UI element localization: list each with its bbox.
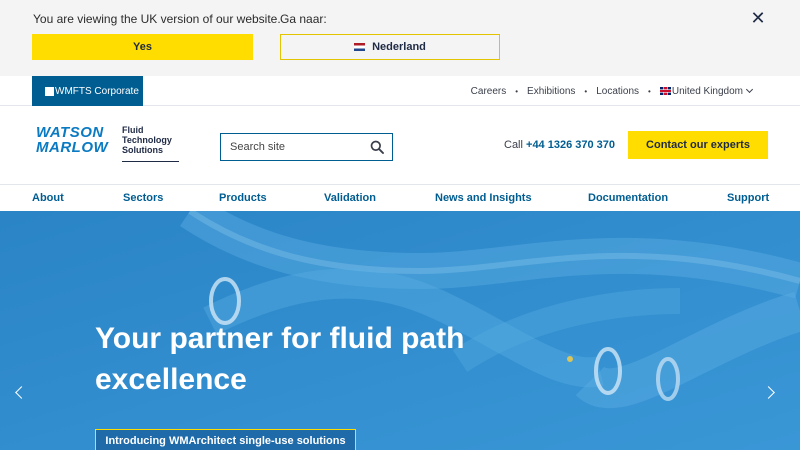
go-to-label: Ga naar: [280, 12, 327, 26]
nav-item-news-and-insights[interactable]: News and Insights [435, 192, 532, 204]
locations-link[interactable]: Locations [596, 86, 639, 97]
nederland-label: Nederland [372, 41, 426, 53]
call-label: Call [504, 139, 523, 151]
corporate-square-icon [45, 86, 54, 96]
hero-title-line1: Your partner for fluid path [95, 322, 465, 355]
separator-dot: • [648, 86, 651, 96]
phone-link[interactable]: +44 1326 370 370 [526, 139, 615, 151]
hero-banner: Your partner for fluid path excellence I… [0, 211, 800, 450]
yes-button[interactable]: Yes [32, 34, 253, 60]
hero-title-line2: excellence [95, 363, 247, 396]
logo-tagline-line2: Technology [122, 135, 172, 145]
nav-item-products[interactable]: Products [219, 192, 267, 204]
careers-link[interactable]: Careers [471, 86, 507, 97]
separator-dot: • [515, 86, 519, 96]
logo-brand-line1: WATSON [36, 124, 104, 141]
nav-item-support[interactable]: Support [727, 192, 769, 204]
nav-item-validation[interactable]: Validation [324, 192, 376, 204]
hero-cta-button[interactable]: Introducing WMArchitect single-use solut… [95, 429, 356, 450]
call-info: Call +44 1326 370 370 [504, 139, 615, 151]
utility-bar: WMFTS Corporate Careers • Exhibitions • … [0, 76, 800, 106]
exhibitions-link[interactable]: Exhibitions [527, 86, 575, 97]
watson-marlow-logo[interactable]: WATSON MARLOW Fluid Technology Solutions [36, 125, 181, 165]
nederland-button[interactable]: Nederland [280, 34, 500, 60]
uk-flag-icon [659, 87, 671, 95]
logo-tagline-line1: Fluid [122, 125, 144, 135]
nav-item-sectors[interactable]: Sectors [123, 192, 163, 204]
logo-underline [122, 161, 179, 162]
contact-experts-button[interactable]: Contact our experts [628, 131, 768, 159]
nav-item-about[interactable]: About [32, 192, 64, 204]
logo-wordmark: WATSON MARLOW [36, 125, 118, 155]
locale-message: You are viewing the UK version of our we… [33, 12, 281, 26]
locale-banner: You are viewing the UK version of our we… [0, 0, 800, 76]
carousel-prev-icon[interactable] [12, 385, 26, 399]
search-input[interactable] [230, 134, 370, 160]
search-icon[interactable] [370, 140, 384, 154]
hero-title: Your partner for fluid path excellence [95, 318, 515, 400]
region-label: United Kingdom [671, 85, 743, 97]
logo-tagline-line3: Solutions [122, 145, 163, 155]
separator-dot: • [584, 86, 588, 96]
search-box [220, 133, 393, 161]
region-selector[interactable]: United Kingdom [659, 85, 754, 97]
main-nav: About Sectors Products Validation News a… [0, 184, 800, 211]
chevron-down-icon [745, 85, 754, 94]
nav-item-documentation[interactable]: Documentation [588, 192, 668, 204]
corporate-label: WMFTS Corporate [55, 85, 139, 97]
logo-brand-line2: MARLOW [36, 139, 109, 156]
netherlands-flag-icon [354, 43, 366, 51]
close-icon[interactable]: ✕ [749, 8, 767, 28]
utility-links: Careers • Exhibitions • Locations • Unit… [471, 76, 754, 106]
logo-tagline: Fluid Technology Solutions [122, 125, 172, 155]
carousel-next-icon[interactable] [763, 385, 777, 399]
corporate-tab[interactable]: WMFTS Corporate [32, 76, 143, 106]
